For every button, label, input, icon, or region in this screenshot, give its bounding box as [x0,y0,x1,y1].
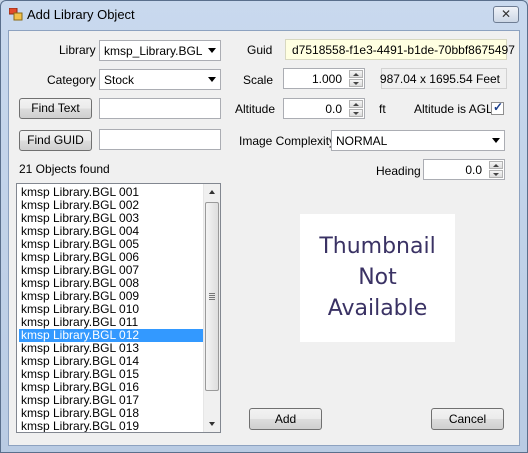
list-item[interactable]: kmsp Library.BGL 004 [19,225,203,238]
list-item[interactable]: kmsp Library.BGL 010 [19,303,203,316]
list-item[interactable]: kmsp Library.BGL 012 [19,329,203,342]
list-item[interactable]: kmsp Library.BGL 011 [19,316,203,329]
arrow-down-icon [353,82,359,85]
checkmark-icon: ✓ [493,100,504,114]
altitude-value: 0.0 [325,102,342,116]
title-bar[interactable]: Add Library Object ✕ [1,1,527,29]
altitude-agl-label: Altitude is AGL [414,102,493,116]
list-item[interactable]: kmsp Library.BGL 019 [19,420,203,433]
image-complexity-value: NORMAL [336,134,388,148]
list-item[interactable]: kmsp Library.BGL 003 [19,212,203,225]
list-item[interactable]: kmsp Library.BGL 013 [19,342,203,355]
list-item[interactable]: kmsp Library.BGL 014 [19,355,203,368]
library-label: Library [59,43,96,57]
list-item[interactable]: kmsp Library.BGL 005 [19,238,203,251]
list-item[interactable]: kmsp Library.BGL 007 [19,264,203,277]
cancel-button[interactable]: Cancel [431,408,504,430]
list-item[interactable]: kmsp Library.BGL 018 [19,407,203,420]
heading-spinner[interactable]: 0.0 [423,159,505,180]
altitude-unit: ft [379,102,386,116]
thumbnail-image: Thumbnail Not Available [300,214,455,342]
altitude-spinner[interactable]: 0.0 [283,98,365,119]
list-item[interactable]: kmsp Library.BGL 001 [19,186,203,199]
list-item[interactable]: kmsp Library.BGL 015 [19,368,203,381]
image-complexity-label: Image Complexity [239,134,336,148]
guid-field: d7518558-f1e3-4491-b1de-70bbf8675497 [285,39,515,60]
list-scrollbar[interactable] [203,184,220,432]
scale-spinner[interactable]: 1.000 [283,68,365,89]
close-button[interactable]: ✕ [493,6,519,23]
heading-down-button[interactable] [489,170,503,178]
library-combo[interactable]: kmsp_Library.BGL [99,40,221,61]
category-value: Stock [104,73,135,87]
scale-value: 1.000 [311,72,342,86]
chevron-down-icon [208,48,216,53]
app-icon [9,8,23,21]
heading-value: 0.0 [465,163,482,177]
library-value: kmsp_Library.BGL [104,44,203,58]
find-guid-input[interactable] [99,129,221,150]
heading-up-button[interactable] [489,161,503,169]
arrow-up-icon [353,73,359,76]
chevron-down-icon [208,77,216,82]
arrow-up-icon [353,103,359,106]
list-item[interactable]: kmsp Library.BGL 017 [19,394,203,407]
window-title: Add Library Object [27,7,135,22]
list-item[interactable]: kmsp Library.BGL 009 [19,290,203,303]
altitude-down-button[interactable] [349,109,363,117]
chevron-down-icon [492,138,500,143]
scale-up-button[interactable] [349,70,363,78]
objects-found-count: 21 Objects found [19,162,110,176]
altitude-label: Altitude [235,102,276,116]
find-text-input[interactable] [99,98,221,119]
altitude-agl-checkbox[interactable]: ✓ [491,100,504,115]
dialog-body: Library kmsp_Library.BGL Category Stock … [8,30,520,446]
scroll-thumb[interactable] [205,202,219,391]
find-guid-button[interactable]: Find GUID [19,130,92,151]
list-item[interactable]: kmsp Library.BGL 016 [19,381,203,394]
arrow-down-icon [353,112,359,115]
heading-label: Heading [376,164,421,178]
arrow-down-icon [209,422,215,426]
category-label: Category [47,73,96,87]
arrow-down-icon [493,173,499,176]
list-item[interactable]: kmsp Library.BGL 002 [19,199,203,212]
list-item[interactable]: kmsp Library.BGL 008 [19,277,203,290]
add-button[interactable]: Add [249,408,322,430]
objects-listbox[interactable]: kmsp Library.BGL 019 kmsp Library.BGL 018… [16,183,221,433]
find-text-button[interactable]: Find Text [19,98,92,119]
altitude-up-button[interactable] [349,100,363,108]
arrow-up-icon [493,164,499,167]
scroll-down-button[interactable] [204,415,220,432]
arrow-up-icon [209,190,215,194]
dialog-window: Add Library Object ✕ Library kmsp_Librar… [0,0,528,453]
scale-size-info: 987.04 x 1695.54 Feet [380,68,507,89]
close-icon: ✕ [500,7,512,21]
scale-label: Scale [243,73,274,87]
scroll-up-button[interactable] [204,184,220,201]
scale-down-button[interactable] [349,79,363,87]
image-complexity-combo[interactable]: NORMAL [331,130,505,151]
guid-label: Guid [247,43,273,57]
guid-value: d7518558-f1e3-4491-b1de-70bbf8675497 [292,43,515,57]
list-item[interactable]: kmsp Library.BGL 006 [19,251,203,264]
category-combo[interactable]: Stock [99,69,221,90]
